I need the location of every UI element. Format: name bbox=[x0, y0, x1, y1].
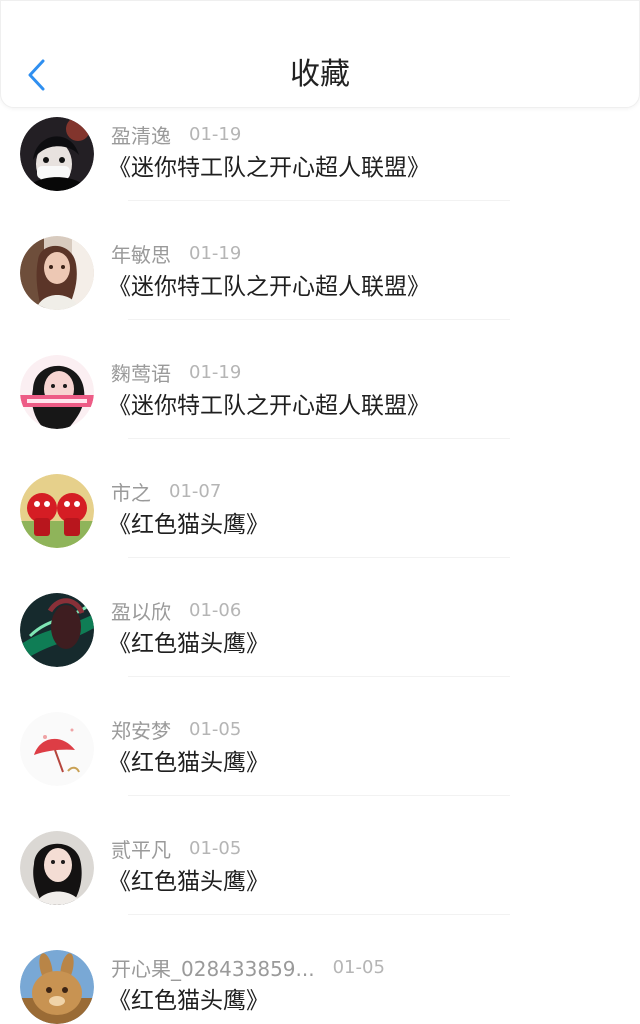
list-item[interactable]: 贰平凡 01-05 《红色猫头鹰》 bbox=[0, 795, 640, 915]
favorite-date: 01-07 bbox=[169, 480, 222, 502]
content-title[interactable]: 《迷你特工队之开心超人联盟》 bbox=[108, 389, 430, 423]
favorite-date: 01-19 bbox=[189, 361, 242, 383]
rabbit-avatar-icon[interactable] bbox=[20, 950, 94, 1024]
dark-portrait-avatar-icon[interactable] bbox=[20, 117, 94, 191]
list-item[interactable]: 郑安梦 01-05 《红色猫头鹰》 bbox=[0, 676, 640, 796]
favorite-date: 01-05 bbox=[189, 718, 242, 740]
item-meta: 盈以欣 01-06 bbox=[111, 596, 241, 624]
content-title[interactable]: 《红色猫头鹰》 bbox=[108, 746, 269, 780]
list-item[interactable]: 盈以欣 01-06 《红色猫头鹰》 bbox=[0, 557, 640, 677]
content-title[interactable]: 《红色猫头鹰》 bbox=[108, 984, 269, 1018]
user-name: 盈以欣 bbox=[111, 599, 171, 624]
woman-selfie-avatar-icon[interactable] bbox=[20, 355, 94, 429]
user-name: 年敏思 bbox=[111, 242, 171, 267]
item-meta: 盈清逸 01-19 bbox=[111, 120, 241, 148]
content-title[interactable]: 《红色猫头鹰》 bbox=[108, 508, 269, 542]
user-name: 贰平凡 bbox=[111, 837, 171, 862]
favorites-screen: 盈清逸 01-19 《迷你特工队之开心超人联盟》 年敏思 01-19 《迷你特工… bbox=[0, 0, 640, 1024]
user-name: 盈清逸 bbox=[111, 123, 171, 148]
red-umbrella-avatar-icon[interactable] bbox=[20, 712, 94, 786]
user-name: 麴莺语 bbox=[111, 361, 171, 386]
content-title[interactable]: 《迷你特工队之开心超人联盟》 bbox=[108, 151, 430, 185]
user-name: 开心果_028433859... bbox=[111, 956, 315, 981]
favorite-date: 01-06 bbox=[189, 599, 242, 621]
page-title: 收藏 bbox=[290, 57, 350, 92]
content-title[interactable]: 《红色猫头鹰》 bbox=[108, 627, 269, 661]
content-title[interactable]: 《迷你特工队之开心超人联盟》 bbox=[108, 270, 430, 304]
woman-portrait-avatar-icon[interactable] bbox=[20, 236, 94, 310]
content-title[interactable]: 《红色猫头鹰》 bbox=[108, 865, 269, 899]
girl-portrait-avatar-icon[interactable] bbox=[20, 831, 94, 905]
favorite-date: 01-05 bbox=[189, 837, 242, 859]
list-item[interactable]: 盈清逸 01-19 《迷你特工队之开心超人联盟》 bbox=[0, 100, 640, 201]
favorite-date: 01-19 bbox=[189, 123, 242, 145]
user-name: 市之 bbox=[111, 480, 151, 505]
user-name: 郑安梦 bbox=[111, 718, 171, 743]
item-meta: 郑安梦 01-05 bbox=[111, 715, 241, 743]
dark-fantasy-avatar-icon[interactable] bbox=[20, 593, 94, 667]
top-navigation-bar: 收藏 bbox=[0, 0, 640, 108]
favorites-list: 盈清逸 01-19 《迷你特工队之开心超人联盟》 年敏思 01-19 《迷你特工… bbox=[0, 100, 640, 1024]
favorite-date: 01-19 bbox=[189, 242, 242, 264]
item-meta: 贰平凡 01-05 bbox=[111, 834, 241, 862]
list-item[interactable]: 麴莺语 01-19 《迷你特工队之开心超人联盟》 bbox=[0, 319, 640, 439]
list-item[interactable]: 市之 01-07 《红色猫头鹰》 bbox=[0, 438, 640, 558]
item-meta: 年敏思 01-19 bbox=[111, 239, 241, 267]
list-item[interactable]: 年敏思 01-19 《迷你特工队之开心超人联盟》 bbox=[0, 200, 640, 320]
list-item[interactable]: 开心果_028433859... 01-05 《红色猫头鹰》 bbox=[0, 914, 640, 1024]
item-meta: 麴莺语 01-19 bbox=[111, 358, 241, 386]
red-cartoon-avatar-icon[interactable] bbox=[20, 474, 94, 548]
item-meta: 开心果_028433859... 01-05 bbox=[111, 953, 385, 981]
favorite-date: 01-05 bbox=[332, 956, 385, 978]
item-meta: 市之 01-07 bbox=[111, 477, 221, 505]
